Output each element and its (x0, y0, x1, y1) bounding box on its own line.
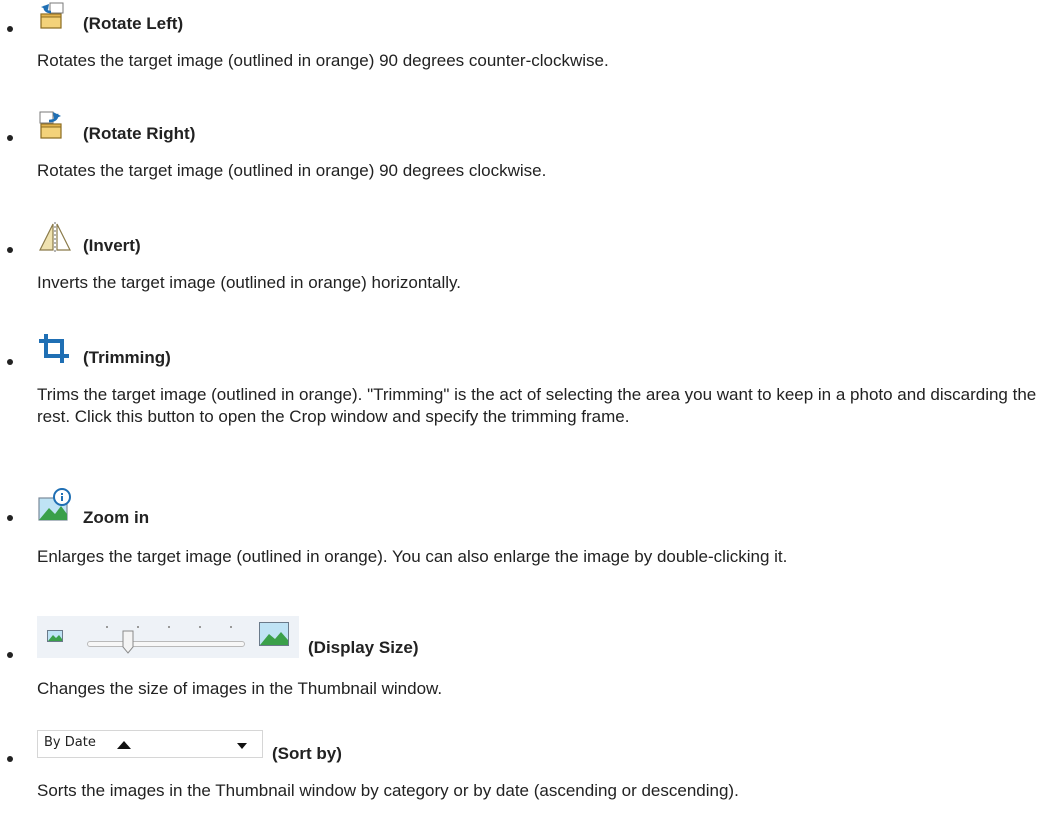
slider-tick (199, 626, 201, 628)
list-item-invert: (Invert) Inverts the target image (outli… (0, 220, 1061, 300)
bullet (7, 359, 13, 365)
list-item-sort-by: By Date (Sort by) Sorts the images in th… (0, 730, 1061, 810)
slider-tick (106, 626, 108, 628)
list-item-display-size: (Display Size) Changes the size of image… (0, 616, 1061, 698)
description-rotate-right: Rotates the target image (outlined in or… (37, 161, 547, 180)
list-item-trimming: (Trimming) Trims the target image (outli… (0, 332, 1061, 472)
description-zoom-in: Enlarges the target image (outlined in o… (37, 547, 788, 566)
chevron-down-icon[interactable] (237, 743, 247, 749)
sort-by-value: By Date (44, 735, 96, 750)
trimming-icon[interactable] (37, 332, 71, 366)
rotate-left-icon[interactable] (37, 0, 67, 32)
bullet (7, 756, 13, 762)
rotate-right-icon[interactable] (37, 108, 67, 142)
bullet (7, 135, 13, 141)
large-image-icon[interactable] (259, 622, 289, 646)
slider-tick (137, 626, 139, 628)
bullet (7, 652, 13, 658)
term-zoom-in: Zoom in (83, 508, 150, 527)
term-display-size: (Display Size) (308, 638, 419, 657)
list-item-zoom-in: Zoom in Enlarges the target image (outli… (0, 488, 1061, 608)
description-invert: Inverts the target image (outlined in or… (37, 273, 461, 292)
term-rotate-left: (Rotate Left) (83, 14, 184, 33)
slider-track[interactable] (87, 641, 245, 647)
bullet (7, 247, 13, 253)
list-item-rotate-left: (Rotate Left) Rotates the target image (… (0, 0, 1061, 78)
small-image-icon[interactable] (47, 630, 63, 642)
description-sort-by: Sorts the images in the Thumbnail window… (37, 781, 739, 800)
invert-icon[interactable] (37, 220, 73, 254)
term-trimming: (Trimming) (83, 348, 171, 367)
slider-tick (230, 626, 232, 628)
sort-by-dropdown[interactable]: By Date (37, 730, 263, 758)
term-sort-by: (Sort by) (272, 744, 342, 763)
slider-thumb[interactable] (122, 630, 134, 654)
description-trimming: Trims the target image (outlined in oran… (37, 385, 1037, 426)
bullet (7, 26, 13, 32)
term-rotate-right: (Rotate Right) (83, 124, 196, 143)
slider-tick (168, 626, 170, 628)
description-rotate-left: Rotates the target image (outlined in or… (37, 51, 609, 70)
bullet (7, 515, 13, 521)
term-invert: (Invert) (83, 236, 141, 255)
list-item-rotate-right: (Rotate Right) Rotates the target image … (0, 108, 1061, 188)
ascending-arrow-icon[interactable] (117, 741, 131, 749)
display-size-slider[interactable] (37, 616, 299, 658)
zoom-in-icon[interactable] (37, 488, 73, 522)
description-display-size: Changes the size of images in the Thumbn… (37, 679, 443, 698)
